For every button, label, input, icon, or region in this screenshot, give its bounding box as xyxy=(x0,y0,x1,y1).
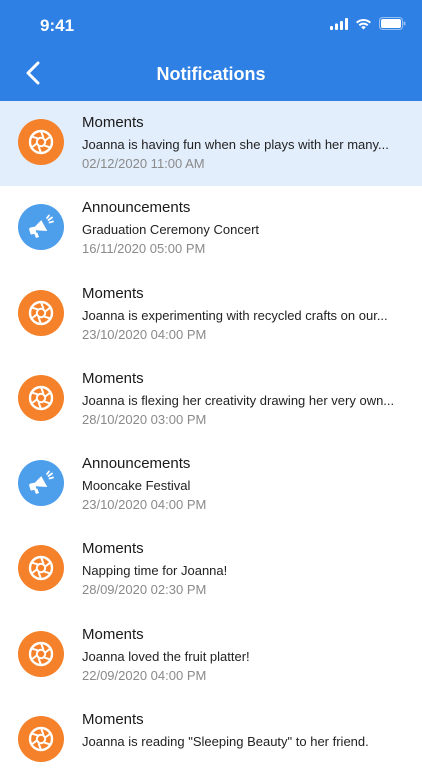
notification-text: Moments Joanna is flexing her creativity … xyxy=(82,369,410,429)
notification-item[interactable]: Moments Joanna is reading "Sleeping Beaut… xyxy=(0,698,422,783)
notification-text: Moments Joanna loved the fruit platter! 22… xyxy=(82,625,410,685)
notification-body: Mooncake Festival xyxy=(82,478,191,494)
status-time: 9:41 xyxy=(40,16,75,35)
notification-date: 02/12/2020 11:00 AM xyxy=(82,156,205,171)
notification-date: 28/09/2020 02:30 PM xyxy=(82,582,207,598)
app-header: 9:41 Notifications xyxy=(0,0,422,101)
notification-body: Joanna is experimenting with recycled cr… xyxy=(82,307,388,323)
page-title: Notifications xyxy=(156,64,266,84)
notification-body: Joanna is flexing her creativity drawing… xyxy=(82,392,395,408)
notification-item[interactable]: Moments Joanna is flexing her creativity … xyxy=(0,356,422,443)
notification-text: Moments Joanna is experimenting with recy… xyxy=(82,284,410,344)
notification-text: Moments Joanna is having fun when she pla… xyxy=(82,113,410,173)
status-icons xyxy=(330,17,406,35)
notification-title: Moments xyxy=(82,540,144,558)
camera-shutter-icon xyxy=(18,289,64,336)
notification-date: 16/11/2020 05:00 PM xyxy=(82,241,206,257)
notification-item[interactable]: Moments Joanna loved the fruit platter! 22… xyxy=(0,612,422,699)
camera-shutter-icon xyxy=(18,119,64,165)
notification-body: Napping time for Joanna! xyxy=(82,563,228,579)
notification-title: Announcements xyxy=(82,455,191,473)
camera-shutter-icon xyxy=(18,716,64,763)
notification-title: Moments xyxy=(82,711,144,729)
notification-title: Moments xyxy=(82,114,144,131)
notification-title: Moments xyxy=(82,625,144,643)
notification-title: Moments xyxy=(82,369,144,387)
notification-body: Joanna is reading "Sleeping Beauty" to h… xyxy=(82,734,369,750)
notification-title: Announcements xyxy=(82,199,191,217)
wifi-icon xyxy=(355,17,372,35)
notification-body: Graduation Ceremony Concert xyxy=(82,222,260,238)
notification-body: Joanna is having fun when she plays with… xyxy=(82,137,389,152)
navigation-bar: Notifications xyxy=(0,50,422,101)
notification-text: Announcements Mooncake Festival 23/10/2020… xyxy=(82,454,410,514)
status-bar: 9:41 xyxy=(0,0,422,50)
notification-date: 22/09/2020 04:00 PM xyxy=(82,667,207,683)
notification-item[interactable]: Moments Joanna is experimenting with recy… xyxy=(0,271,422,357)
notification-body: Joanna loved the fruit platter! xyxy=(82,648,250,664)
notification-item[interactable]: Announcements Mooncake Festival 23/10/2020… xyxy=(0,442,422,528)
notification-item[interactable]: Moments Napping time for Joanna! 28/09/202… xyxy=(0,527,422,613)
battery-icon xyxy=(379,17,406,35)
notification-list: Moments Joanna is having fun when she pla… xyxy=(0,101,422,783)
camera-shutter-icon xyxy=(18,630,64,677)
camera-shutter-icon xyxy=(18,374,64,421)
notification-item[interactable]: Announcements Graduation Ceremony Concert… xyxy=(0,186,422,272)
notification-text: Moments Napping time for Joanna! 28/09/202… xyxy=(82,539,410,599)
notification-date: 28/10/2020 03:00 PM xyxy=(82,411,207,427)
notification-text: Moments Joanna is reading "Sleeping Beaut… xyxy=(82,710,410,751)
notification-title: Moments xyxy=(82,284,144,302)
camera-shutter-icon xyxy=(18,545,64,592)
cellular-signal-icon xyxy=(330,17,348,35)
notification-date: 23/10/2020 04:00 PM xyxy=(82,497,207,513)
megaphone-icon xyxy=(18,204,64,251)
notification-text: Announcements Graduation Ceremony Concert… xyxy=(82,198,410,258)
notification-date: 23/10/2020 04:00 PM xyxy=(82,326,207,342)
notification-item[interactable]: Moments Joanna is having fun when she pla… xyxy=(0,101,422,187)
megaphone-icon xyxy=(18,460,64,507)
